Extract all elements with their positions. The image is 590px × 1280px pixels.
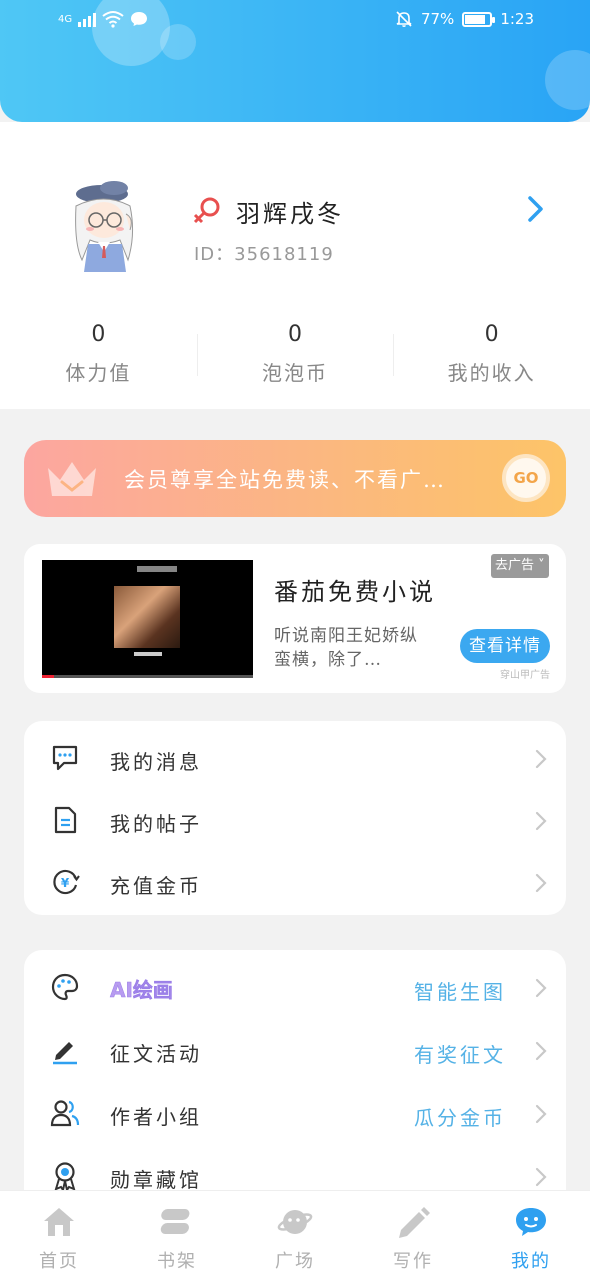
menu-card-secondary: AI绘画 智能生图 征文活动 有奖征文 作者小组 瓜分金币 勋章藏馆 xyxy=(24,950,566,1210)
chevron-right-icon[interactable] xyxy=(520,194,550,224)
me-icon xyxy=(516,1208,546,1236)
menu-item-posts[interactable]: 我的帖子 xyxy=(24,788,566,850)
menu-item-label: 勋章藏馆 xyxy=(110,1168,202,1192)
menu-item-recharge[interactable]: ¥ 充值金币 xyxy=(24,850,566,912)
group-icon xyxy=(50,1100,80,1127)
tab-home[interactable]: 首页 xyxy=(0,1191,118,1280)
bell-muted-icon xyxy=(396,11,412,27)
post-icon xyxy=(54,806,77,834)
menu-item-label: 我的消息 xyxy=(110,750,202,774)
stats-row: 0 体力值 0 泡泡币 0 我的收入 xyxy=(0,322,590,392)
menu-item-label: 征文活动 xyxy=(110,1042,202,1066)
stat-value: 0 xyxy=(91,322,106,347)
ad-title: 番茄免费小说 xyxy=(274,578,436,606)
chevron-right-icon xyxy=(535,749,547,769)
menu-item-extra: 智能生图 xyxy=(414,980,506,1004)
medal-icon xyxy=(54,1162,76,1191)
stat-income[interactable]: 0 我的收入 xyxy=(393,322,590,392)
go-button[interactable]: GO xyxy=(502,454,550,502)
tab-me[interactable]: 我的 xyxy=(472,1191,590,1280)
stat-label: 泡泡币 xyxy=(262,361,328,385)
ai-drawing-label: AI绘画 xyxy=(110,978,173,1003)
menu-item-messages[interactable]: 我的消息 xyxy=(24,726,566,788)
message-icon xyxy=(52,745,78,771)
avatar[interactable] xyxy=(64,174,146,274)
remove-ad-button[interactable]: 去广告 ˅ xyxy=(491,554,549,578)
vip-promo-text: 会员尊享全站免费读、不看广… xyxy=(124,468,446,492)
menu-item-label: 作者小组 xyxy=(110,1105,202,1129)
ad-thumbnail-header xyxy=(137,566,177,572)
battery-percent: 77% xyxy=(420,10,455,28)
menu-card-primary: 我的消息 我的帖子 ¥ 充值金币 xyxy=(24,721,566,915)
tab-label: 广场 xyxy=(275,1251,315,1272)
chevron-right-icon xyxy=(535,1104,547,1124)
status-bar: 4G 77% 1:23 xyxy=(0,10,590,34)
chevron-right-icon xyxy=(535,1167,547,1187)
video-progress-bar xyxy=(42,675,253,678)
menu-item-writing-contest[interactable]: 征文活动 有奖征文 xyxy=(24,1018,566,1080)
coin-recharge-icon: ¥ xyxy=(53,869,80,895)
stat-label: 体力值 xyxy=(65,361,132,385)
menu-item-author-group[interactable]: 作者小组 瓜分金币 xyxy=(24,1081,566,1143)
menu-item-extra: 瓜分金币 xyxy=(414,1106,506,1130)
chevron-right-icon xyxy=(535,1041,547,1061)
ad-thumbnail-image xyxy=(114,586,180,648)
ad-thumbnail-caption xyxy=(134,652,162,656)
stat-value: 0 xyxy=(288,322,302,347)
tab-write[interactable]: 写作 xyxy=(354,1191,472,1280)
decorative-bubble xyxy=(545,50,590,110)
tab-label: 书架 xyxy=(157,1251,197,1272)
menu-item-label: 我的帖子 xyxy=(110,812,202,836)
bookshelf-icon xyxy=(160,1209,190,1234)
stat-stamina[interactable]: 0 体力值 xyxy=(0,322,197,392)
wifi-icon xyxy=(102,11,124,28)
tab-label: 首页 xyxy=(39,1251,79,1272)
username: 羽辉戌冬 xyxy=(236,200,344,228)
chevron-right-icon xyxy=(535,978,547,998)
chevron-right-icon xyxy=(535,873,547,893)
female-icon xyxy=(193,197,220,224)
ad-card[interactable]: 番茄免费小说 听说南阳王妃娇纵蛮横，除了… 去广告 ˅ 查看详情 穿山甲广告 xyxy=(24,544,566,693)
ad-thumbnail[interactable] xyxy=(42,560,253,678)
chevron-right-icon xyxy=(535,811,547,831)
profile-panel: 羽辉戌冬 ID：35618119 0 体力值 0 泡泡币 0 我的收入 xyxy=(0,122,590,409)
tab-label: 我的 xyxy=(511,1251,551,1272)
palette-icon xyxy=(51,973,79,1001)
tab-bookshelf[interactable]: 书架 xyxy=(118,1191,236,1280)
tab-square[interactable]: 广场 xyxy=(236,1191,354,1280)
tab-label: 写作 xyxy=(393,1251,433,1272)
crown-icon xyxy=(48,462,96,496)
ad-description: 听说南阳王妃娇纵蛮横，除了… xyxy=(274,626,418,670)
view-details-button[interactable]: 查看详情 xyxy=(460,629,550,663)
bottom-tab-bar: 首页 书架 广场 写作 我的 xyxy=(0,1190,590,1280)
stat-value: 0 xyxy=(484,322,499,347)
stat-label: 我的收入 xyxy=(447,361,536,385)
user-id: ID：35618119 xyxy=(194,244,334,265)
stat-bubble-coins[interactable]: 0 泡泡币 xyxy=(196,322,394,392)
battery-icon xyxy=(462,11,496,27)
planet-icon xyxy=(277,1210,313,1234)
clock: 1:23 xyxy=(500,10,534,28)
menu-item-extra: 有奖征文 xyxy=(414,1043,506,1067)
menu-item-ai-drawing[interactable]: AI绘画 智能生图 xyxy=(24,955,566,1017)
write-icon xyxy=(399,1207,430,1238)
signal-icon xyxy=(78,11,97,27)
menu-item-label: 充值金币 xyxy=(110,874,202,898)
svg-text:¥: ¥ xyxy=(61,876,70,890)
ad-source-label: 穿山甲广告 xyxy=(500,670,550,681)
header-banner: 4G 77% 1:23 xyxy=(0,0,590,122)
pen-icon xyxy=(53,1042,77,1065)
network-type: 4G xyxy=(58,13,73,25)
vip-banner[interactable]: 会员尊享全站免费读、不看广… GO xyxy=(24,440,566,517)
chat-notification-icon xyxy=(131,12,148,26)
home-icon xyxy=(44,1208,74,1236)
